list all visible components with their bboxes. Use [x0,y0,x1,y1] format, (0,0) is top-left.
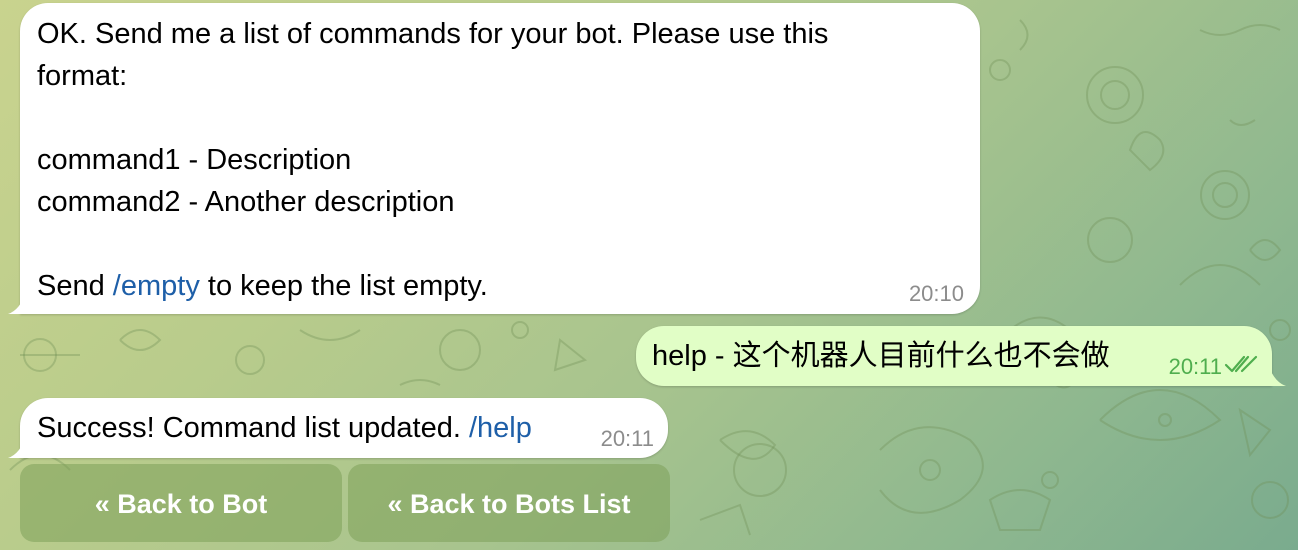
message-line: format: [37,60,128,92]
message-line: command2 - Another description [37,186,455,218]
message-timestamp: 20:11 [1168,354,1222,379]
message-line: Send /empty to keep the list empty. [37,265,960,307]
bubble-tail-icon [1268,364,1286,386]
empty-command-link[interactable]: /empty [113,270,200,302]
bubble-tail-icon [8,292,26,314]
help-command-link[interactable]: /help [469,412,532,444]
message-text: to keep the list empty. [199,270,488,302]
message-line [37,97,960,139]
message-text: help - 这个机器人目前什么也不会做 [652,340,1110,372]
user-message-help-command: help - 这个机器人目前什么也不会做 20:11 [636,326,1286,386]
back-to-bot-button[interactable]: « Back to Bot [20,464,342,542]
message-line [37,223,960,265]
message-line: command1 - Description [37,144,352,176]
message-text: Send [37,270,113,302]
bubble-tail-icon [8,436,26,458]
bot-message-success: Success! Command list updated. /help 20:… [8,398,668,458]
bot-message-command-instructions: OK. Send me a list of commands for your … [8,3,980,314]
double-check-read-icon [1224,355,1258,373]
message-timestamp: 20:11 [600,426,654,451]
message-line: OK. Send me a list of commands for your … [37,18,829,50]
message-text: Success! Command list updated. [37,412,469,444]
back-to-bots-list-button[interactable]: « Back to Bots List [348,464,670,542]
message-timestamp: 20:10 [908,281,964,306]
